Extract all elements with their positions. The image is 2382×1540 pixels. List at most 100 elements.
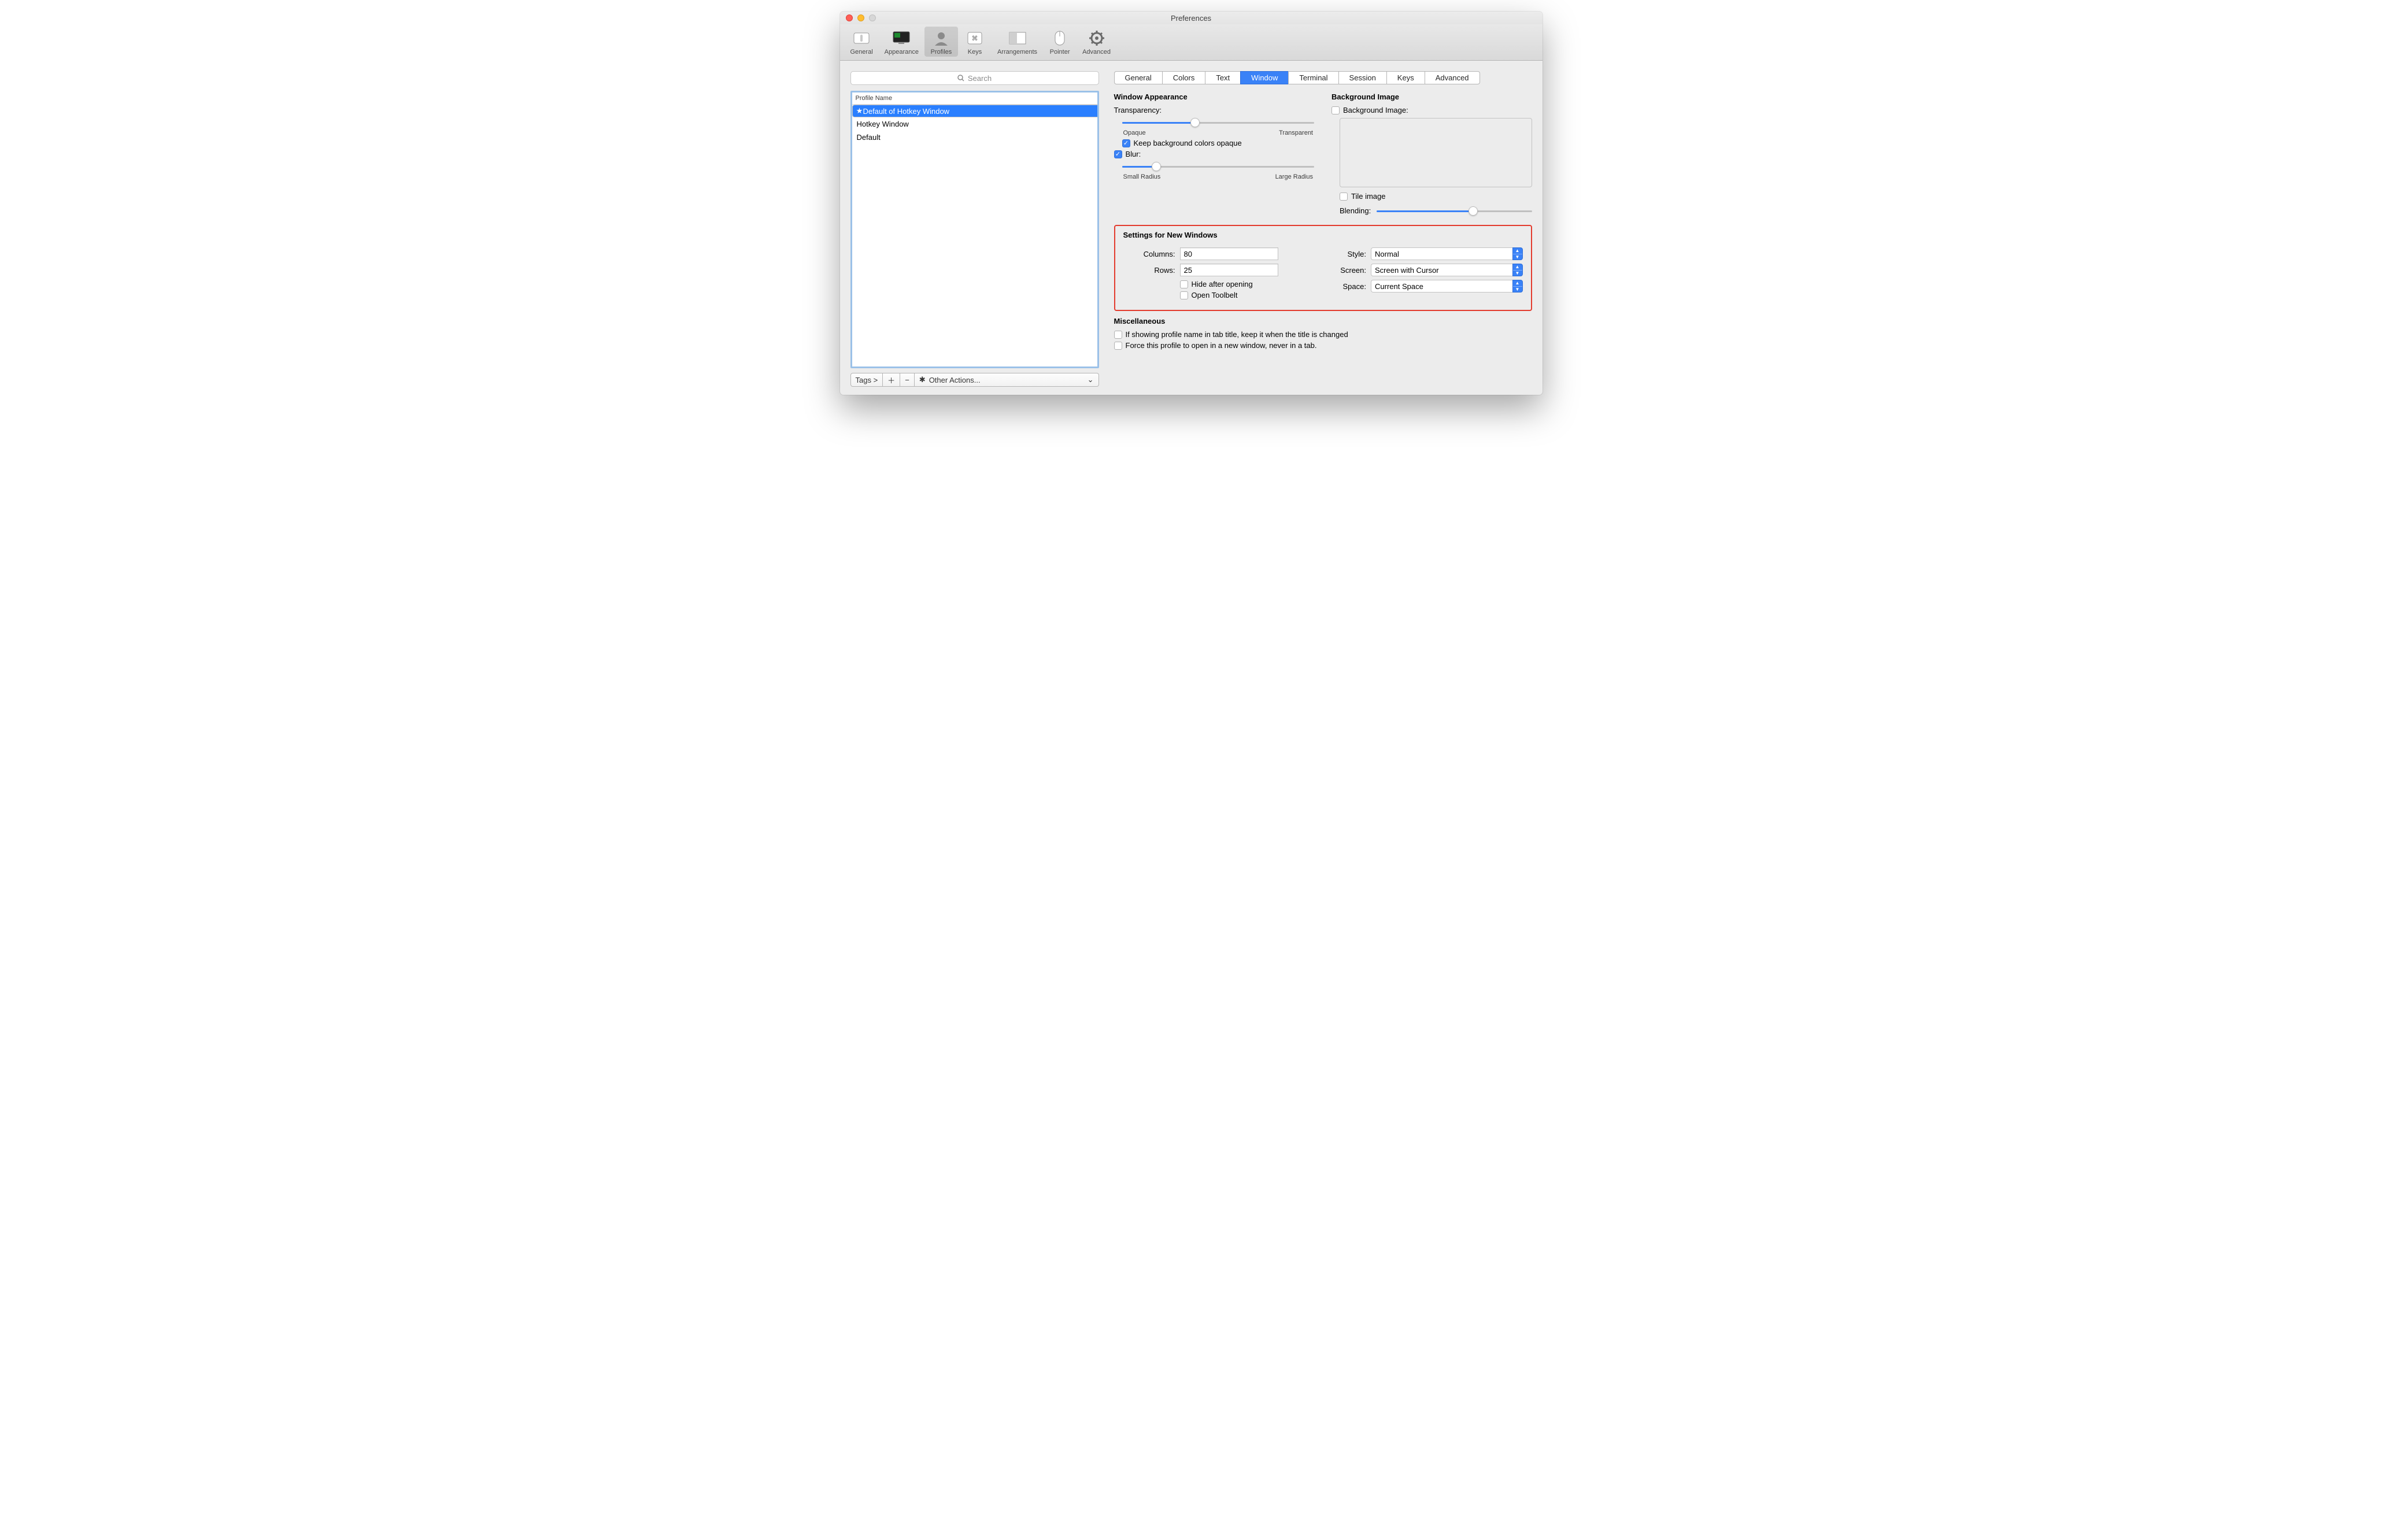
heading-appearance: Window Appearance: [1114, 92, 1315, 101]
tab-advanced[interactable]: Advanced: [1425, 71, 1480, 84]
bg-image-well[interactable]: [1340, 118, 1532, 187]
tile-check[interactable]: Tile image: [1340, 192, 1532, 201]
profile-controls: Tags > ＋ − ✱ Other Actions... ⌄: [850, 373, 1099, 387]
detail-panel: General Colors Text Window Terminal Sess…: [1108, 71, 1532, 387]
blur-check[interactable]: ✓ Blur:: [1114, 150, 1315, 158]
columns-input[interactable]: [1180, 247, 1278, 260]
toolbar-label: Keys: [968, 49, 982, 55]
tab-session[interactable]: Session: [1338, 71, 1386, 84]
add-profile-button[interactable]: ＋: [883, 373, 900, 387]
chevron-down-icon: ⌄: [1088, 375, 1094, 384]
open-toolbelt-check[interactable]: Open Toolbelt: [1180, 291, 1315, 299]
tab-terminal[interactable]: Terminal: [1288, 71, 1338, 84]
label-space: Space:: [1331, 282, 1366, 291]
checkbox-icon: [1331, 106, 1340, 114]
slider-min: Small Radius: [1123, 173, 1161, 180]
toolbar-label: Arrangements: [997, 49, 1037, 55]
column-profile-name: Profile Name: [856, 95, 1094, 102]
tab-colors[interactable]: Colors: [1162, 71, 1205, 84]
toolbar-label: Pointer: [1050, 49, 1070, 55]
window-panel-top: Window Appearance Transparency: Opaque T…: [1114, 92, 1532, 218]
checkbox-icon: ✓: [1114, 150, 1122, 158]
profile-label: Default: [857, 133, 881, 142]
svg-text:⌘: ⌘: [971, 35, 978, 42]
checkbox-icon: [1340, 192, 1348, 201]
keep-opaque-check[interactable]: ✓ Keep background colors opaque: [1122, 139, 1315, 147]
titlebar: Preferences: [840, 12, 1543, 24]
tab-text[interactable]: Text: [1205, 71, 1240, 84]
tags-button[interactable]: Tags >: [850, 373, 883, 387]
appearance-col: Window Appearance Transparency: Opaque T…: [1114, 92, 1315, 218]
star-icon: ★: [856, 106, 863, 116]
body: Search Profile Name ★ Default of Hotkey …: [840, 61, 1543, 395]
checkbox-icon: [1114, 331, 1122, 339]
stepper-icon: ▲▼: [1512, 264, 1523, 276]
toolbar-label: Appearance: [885, 49, 919, 55]
profile-label: Default of Hotkey Window: [863, 107, 950, 116]
misc-opt2-check[interactable]: Force this profile to open in a new wind…: [1114, 341, 1532, 350]
transparency-slider[interactable]: [1122, 117, 1315, 128]
window-title: Preferences: [840, 14, 1543, 23]
stepper-icon: ▲▼: [1512, 247, 1523, 260]
toolbar-keys[interactable]: ⌘ Keys: [958, 27, 992, 57]
toolbar-profiles[interactable]: Profiles: [924, 27, 958, 57]
command-icon: ⌘: [966, 29, 984, 47]
toolbar-advanced[interactable]: Advanced: [1077, 27, 1116, 57]
search-placeholder: Search: [968, 74, 992, 83]
person-icon: [932, 29, 950, 47]
tab-general[interactable]: General: [1114, 71, 1162, 84]
slider-max: Transparent: [1279, 129, 1313, 136]
blending-row: Blending:: [1340, 203, 1532, 218]
heading-newwin: Settings for New Windows: [1123, 231, 1523, 239]
remove-profile-button[interactable]: −: [900, 373, 915, 387]
plus-icon: ＋: [887, 375, 895, 386]
toolbar-label: General: [850, 49, 873, 55]
misc-section: Miscellaneous If showing profile name in…: [1114, 317, 1532, 350]
tab-window[interactable]: Window: [1240, 71, 1288, 84]
style-select[interactable]: Normal ▲▼: [1371, 247, 1523, 260]
checkbox-icon: ✓: [1122, 139, 1130, 147]
gear-icon: ✱: [919, 375, 926, 384]
label-rows: Rows:: [1123, 266, 1175, 275]
checkbox-icon: [1180, 291, 1188, 299]
checkbox-icon: [1114, 342, 1122, 350]
toolbar-general[interactable]: General: [845, 27, 879, 57]
space-select[interactable]: Current Space ▲▼: [1371, 280, 1523, 293]
slider-min: Opaque: [1123, 129, 1146, 136]
hide-after-check[interactable]: Hide after opening: [1180, 280, 1315, 288]
toolbar-appearance[interactable]: Appearance: [879, 27, 924, 57]
label-screen: Screen:: [1331, 266, 1366, 275]
profile-list: Profile Name ★ Default of Hotkey Window …: [850, 91, 1099, 368]
tab-keys[interactable]: Keys: [1386, 71, 1425, 84]
list-header[interactable]: Profile Name: [852, 92, 1097, 105]
label-columns: Columns:: [1123, 250, 1175, 258]
preferences-window: Preferences General Appearance Profiles …: [840, 12, 1543, 395]
profile-sidebar: Search Profile Name ★ Default of Hotkey …: [850, 71, 1099, 387]
bg-col: Background Image Background Image: Tile …: [1331, 92, 1532, 218]
blending-slider[interactable]: [1377, 205, 1532, 217]
switch-icon: [852, 29, 871, 47]
monitor-icon: [892, 29, 911, 47]
profile-label: Hotkey Window: [857, 120, 909, 128]
toolbar-arrangements[interactable]: Arrangements: [992, 27, 1043, 57]
list-item[interactable]: ★ Default of Hotkey Window: [852, 105, 1097, 117]
slider-max: Large Radius: [1275, 173, 1313, 180]
list-item[interactable]: Hotkey Window: [852, 117, 1097, 131]
label-transparency: Transparency:: [1114, 106, 1315, 114]
list-item[interactable]: Default: [852, 131, 1097, 144]
search-icon: [957, 75, 964, 82]
bg-image-check[interactable]: Background Image:: [1331, 106, 1532, 114]
blur-slider[interactable]: [1122, 161, 1315, 172]
rows-input[interactable]: [1180, 264, 1278, 276]
misc-opt1-check[interactable]: If showing profile name in tab title, ke…: [1114, 330, 1532, 339]
mouse-icon: [1051, 29, 1069, 47]
screen-select[interactable]: Screen with Cursor ▲▼: [1371, 264, 1523, 276]
stepper-icon: ▲▼: [1512, 280, 1523, 293]
toolbar-label: Profiles: [931, 49, 952, 55]
new-windows-section: Settings for New Windows Columns: Rows:: [1114, 225, 1532, 311]
search-input[interactable]: Search: [850, 71, 1099, 85]
layout-icon: [1008, 29, 1027, 47]
label-style: Style:: [1331, 250, 1366, 258]
toolbar-pointer[interactable]: Pointer: [1043, 27, 1077, 57]
other-actions-button[interactable]: ✱ Other Actions... ⌄: [915, 373, 1099, 387]
